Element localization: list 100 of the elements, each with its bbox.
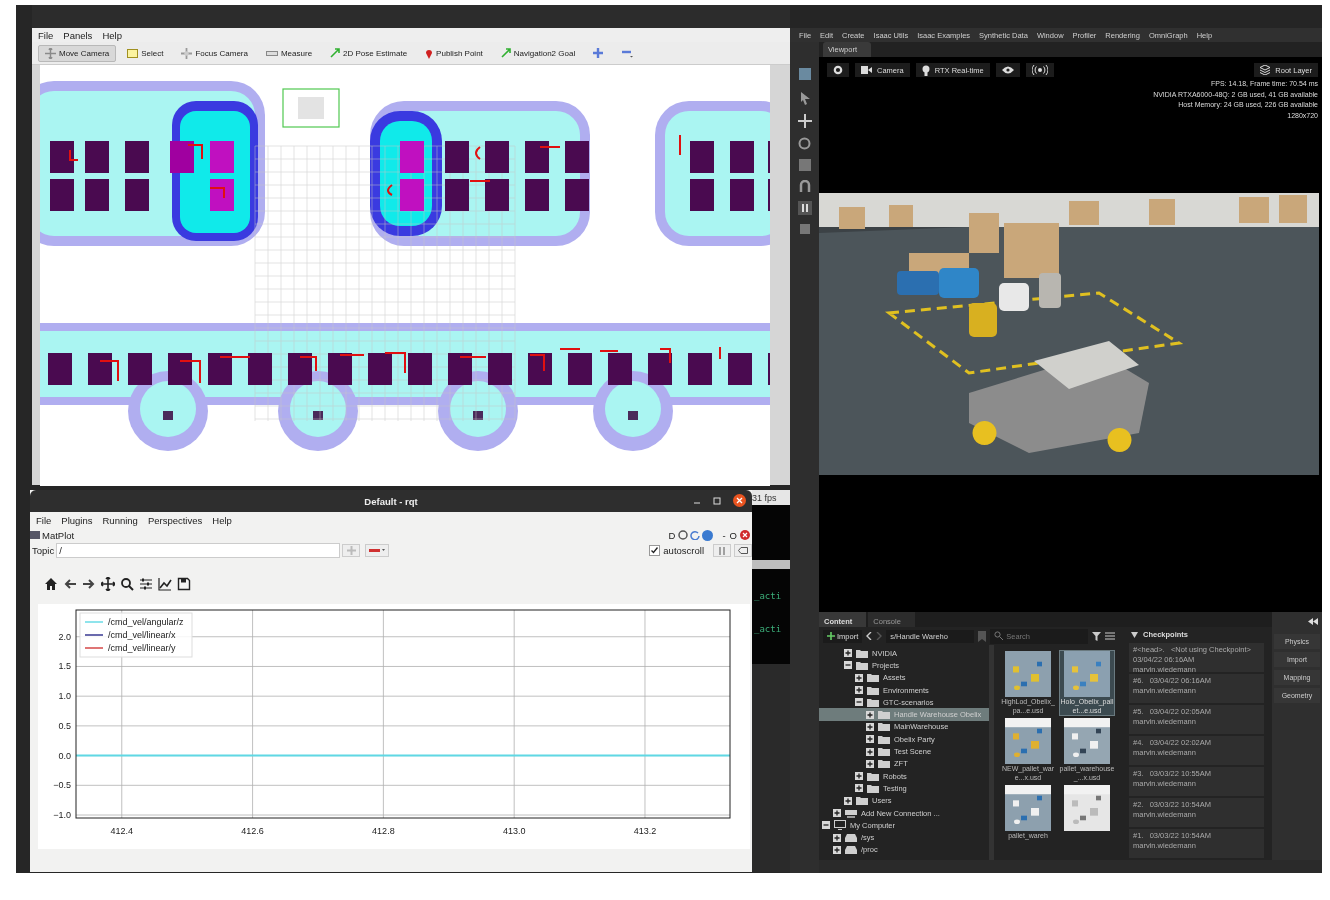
scale-icon[interactable] [798, 159, 811, 171]
folder-icon [878, 747, 890, 756]
pause-icon [718, 546, 726, 555]
move-arrows-icon[interactable] [797, 114, 812, 128]
terminal-panel [752, 505, 790, 560]
window-title: Default - rqt [364, 495, 418, 507]
expand-icon[interactable] [866, 710, 874, 719]
expand-icon[interactable] [855, 673, 863, 682]
menu-item[interactable]: File [38, 29, 54, 41]
expand-icon[interactable] [866, 747, 874, 756]
plus-icon [346, 546, 356, 555]
expand-icon[interactable] [855, 772, 863, 781]
tool-button[interactable]: Measure [258, 44, 320, 62]
expand-icon[interactable] [833, 809, 841, 817]
menu-icon[interactable] [1105, 632, 1116, 640]
expand-icon[interactable] [866, 722, 874, 731]
broadcast-button[interactable] [1025, 63, 1054, 77]
light-bulb-icon [921, 64, 930, 76]
server-icon [845, 808, 857, 818]
save-icon[interactable] [177, 577, 191, 591]
filter-icon[interactable] [1092, 631, 1102, 641]
rotate-icon[interactable] [798, 137, 811, 150]
zoom-icon[interactable] [120, 577, 134, 591]
expand-icon[interactable] [866, 759, 874, 768]
crosshair-icon [181, 47, 193, 59]
tick-label: 0.5 [58, 720, 71, 731]
folder-icon [878, 734, 890, 744]
tool-button[interactable]: Publish Point [418, 44, 490, 62]
collapse-icon[interactable] [1308, 618, 1318, 625]
expand-icon[interactable] [844, 649, 852, 658]
legend-label: /cmd_vel/linear/y [108, 643, 176, 653]
cube-icon[interactable] [796, 66, 813, 82]
close-icon[interactable] [733, 494, 746, 507]
line-chart-icon[interactable] [158, 577, 172, 591]
clear-icon [738, 547, 748, 554]
menu-item[interactable]: Panels [63, 29, 93, 41]
pan-icon[interactable] [101, 577, 115, 591]
menu-item[interactable]: Perspectives [147, 514, 203, 526]
collapse-icon[interactable] [855, 698, 863, 707]
menu-item[interactable]: Help [212, 514, 232, 526]
checkbox[interactable] [649, 545, 661, 556]
menu-item[interactable]: Plugins [61, 514, 93, 526]
expand-icon[interactable] [844, 796, 852, 805]
plugin-title: MatPlot [42, 529, 75, 541]
clear-button[interactable] [734, 544, 752, 557]
eye-icon [1001, 66, 1014, 74]
tool-button[interactable]: Focus Camera [174, 44, 255, 62]
reload-icon[interactable] [690, 530, 701, 540]
minus-icon [369, 548, 386, 553]
ruler-icon [265, 50, 278, 56]
stop-icon[interactable] [799, 224, 810, 234]
expand-icon[interactable] [833, 845, 841, 854]
plugin-icon [30, 531, 40, 539]
drive-icon [845, 833, 857, 842]
collapse-icon[interactable] [822, 821, 830, 830]
pause-icon[interactable] [797, 201, 812, 215]
tick-label: 413.2 [633, 826, 657, 836]
drive-icon [845, 845, 857, 854]
expand-icon[interactable] [833, 833, 841, 842]
back-arrow-icon[interactable] [63, 577, 77, 591]
remove-topic-button[interactable] [365, 544, 390, 557]
sliders-icon[interactable] [139, 577, 153, 591]
expand-icon[interactable] [855, 784, 863, 793]
forward-arrow-icon[interactable] [82, 577, 96, 591]
terminal-text: _acti [754, 624, 782, 634]
tick-label: −1.0 [53, 810, 71, 821]
topic-field[interactable]: / [56, 543, 341, 558]
home-icon[interactable] [44, 577, 58, 591]
menu-item[interactable]: File [36, 514, 52, 526]
menu-item[interactable]: Help [102, 29, 122, 41]
maximize-icon[interactable] [713, 496, 721, 505]
collapse-arrow-icon[interactable] [1131, 631, 1138, 638]
plus-icon [827, 632, 835, 640]
tool-button[interactable]: Move Camera [38, 44, 117, 62]
tool-button[interactable]: 2D Pose Estimate [323, 44, 415, 62]
folder-icon [867, 783, 879, 793]
broadcast-icon [1031, 65, 1048, 75]
tick-label: 412.6 [241, 826, 264, 836]
folder-icon [856, 660, 868, 670]
dock-button[interactable]: D [667, 529, 677, 541]
visibility-button[interactable] [995, 63, 1020, 77]
settings-button[interactable] [827, 63, 849, 77]
folder-icon [856, 796, 868, 806]
tool-button[interactable]: Select [120, 44, 171, 62]
menu-item[interactable]: Running [102, 514, 138, 526]
expand-icon[interactable] [866, 735, 874, 744]
pointer-icon[interactable] [798, 91, 811, 105]
settings-icon[interactable] [678, 530, 689, 540]
help-icon[interactable] [702, 529, 714, 541]
terminal-text: 31 fps [752, 492, 777, 503]
float-button[interactable]: O [728, 529, 738, 541]
collapse-icon[interactable] [844, 661, 852, 670]
expand-icon[interactable] [855, 686, 863, 695]
magnet-icon[interactable] [798, 180, 811, 192]
tool-button[interactable]: Navigation2 Goal [493, 44, 583, 62]
pin-icon [425, 47, 434, 59]
terminal-text: _acti [754, 591, 782, 601]
folder-icon [878, 710, 890, 720]
minimize-button[interactable]: - [721, 529, 727, 541]
folder-icon [867, 771, 879, 781]
